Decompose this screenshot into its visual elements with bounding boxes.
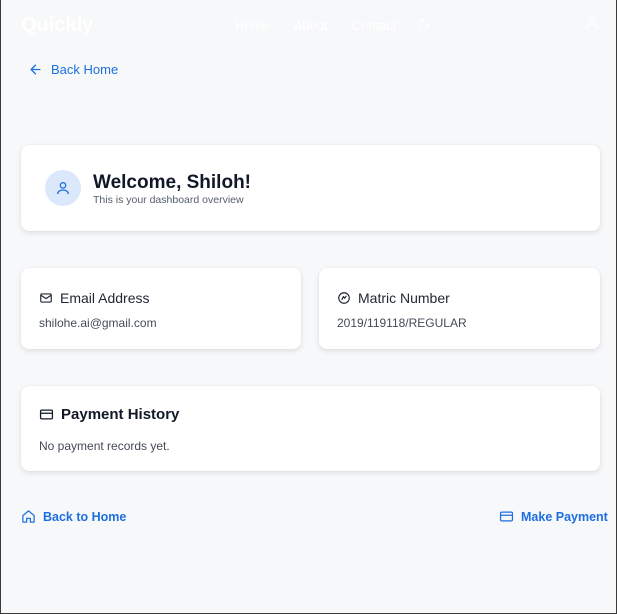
avatar <box>45 170 81 206</box>
back-to-home-button[interactable]: Back to Home <box>21 509 126 524</box>
credit-card-icon <box>499 511 514 522</box>
welcome-subtitle: This is your dashboard overview <box>93 194 244 206</box>
credit-card-icon <box>39 409 54 420</box>
nav-link-home[interactable]: Home <box>235 18 270 33</box>
nav-link-contact[interactable]: Contact <box>352 18 397 33</box>
make-payment-label: Make Payment <box>521 509 608 524</box>
email-heading-label: Email Address <box>60 290 150 306</box>
moon-icon[interactable] <box>417 17 431 31</box>
brand-logo[interactable]: Quickly <box>21 14 93 37</box>
nav-link-about[interactable]: About <box>294 18 328 33</box>
matric-heading: Matric Number <box>337 290 450 306</box>
matric-value: 2019/119118/REGULAR <box>337 316 467 330</box>
payment-history-title: Payment History <box>61 406 180 423</box>
email-value: shilohe.ai@gmail.com <box>39 316 157 330</box>
matric-card: Matric Number 2019/119118/REGULAR <box>319 268 600 349</box>
badge-check-icon <box>338 292 350 304</box>
top-navbar: Quickly Home About Contact <box>1 0 617 48</box>
back-home-link[interactable]: Back Home <box>28 62 118 77</box>
user-icon <box>57 182 69 195</box>
matric-heading-label: Matric Number <box>358 290 450 306</box>
payment-empty-text: No payment records yet. <box>39 439 170 453</box>
payment-history-heading: Payment History <box>39 406 179 423</box>
mail-icon <box>40 293 52 303</box>
back-home-label: Back Home <box>51 62 119 77</box>
payment-history-card: Payment History No payment records yet. <box>21 386 600 471</box>
arrow-left-icon <box>30 64 41 75</box>
email-heading: Email Address <box>39 290 149 306</box>
email-card: Email Address shilohe.ai@gmail.com <box>21 268 301 349</box>
back-to-home-label: Back to Home <box>43 509 127 524</box>
app-frame: Quickly Home About Contact Back Home Wel… <box>0 0 617 614</box>
welcome-title: Welcome, Shiloh! <box>93 172 252 193</box>
home-icon <box>22 510 35 523</box>
user-icon[interactable] <box>584 14 600 30</box>
welcome-card: Welcome, Shiloh! This is your dashboard … <box>21 145 600 231</box>
make-payment-button[interactable]: Make Payment <box>499 509 608 524</box>
nav-links: Home About Contact <box>235 18 396 33</box>
